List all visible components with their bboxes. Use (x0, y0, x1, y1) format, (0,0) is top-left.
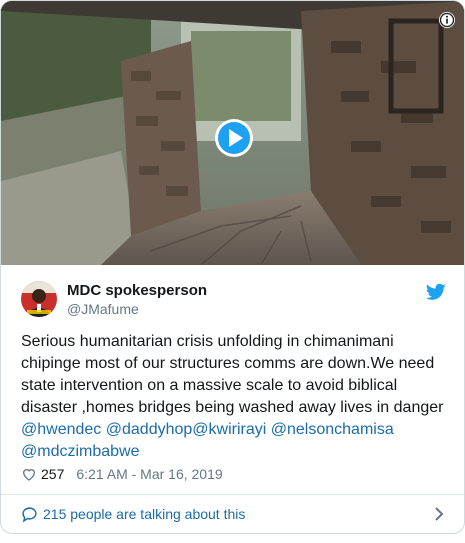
heart-icon[interactable] (21, 466, 37, 482)
speech-bubble-icon (22, 506, 37, 522)
like-count: 257 (41, 466, 65, 482)
chevron-right-icon (435, 507, 444, 521)
author-name[interactable]: MDC spokesperson (67, 282, 207, 299)
mention-link[interactable]: @kwirirayi (192, 421, 266, 438)
tweet-embed-card: MDC spokesperson @JMafume Serious humani… (0, 0, 465, 534)
author-handle[interactable]: @JMafume (67, 301, 139, 317)
play-icon[interactable] (214, 118, 254, 158)
divider (1, 494, 464, 495)
tweet-meta: 257 6:21 AM - Mar 16, 2019 (21, 466, 223, 482)
tweet-author: MDC spokesperson @JMafume (21, 281, 446, 321)
talking-about-label: 215 people are talking about this (43, 506, 246, 522)
tweet-text: Serious humanitarian crisis unfolding in… (21, 331, 449, 463)
mention-link[interactable]: @mdczimbabwe (21, 443, 140, 460)
mention-link[interactable]: @hwendec (21, 421, 101, 438)
tweet-timestamp[interactable]: 6:21 AM - Mar 16, 2019 (76, 466, 222, 482)
avatar-image (21, 281, 57, 317)
mention-link[interactable]: @nelsonchamisa (271, 421, 394, 438)
tweet-video[interactable] (1, 1, 464, 265)
mention-link[interactable]: @daddyhop (106, 421, 193, 438)
tweet-body: Serious humanitarian crisis unfolding in… (21, 333, 444, 416)
talking-about-link[interactable]: 215 people are talking about this (21, 504, 446, 524)
twitter-bird-icon[interactable] (426, 283, 446, 301)
avatar[interactable] (21, 281, 57, 317)
info-icon[interactable] (438, 11, 456, 29)
